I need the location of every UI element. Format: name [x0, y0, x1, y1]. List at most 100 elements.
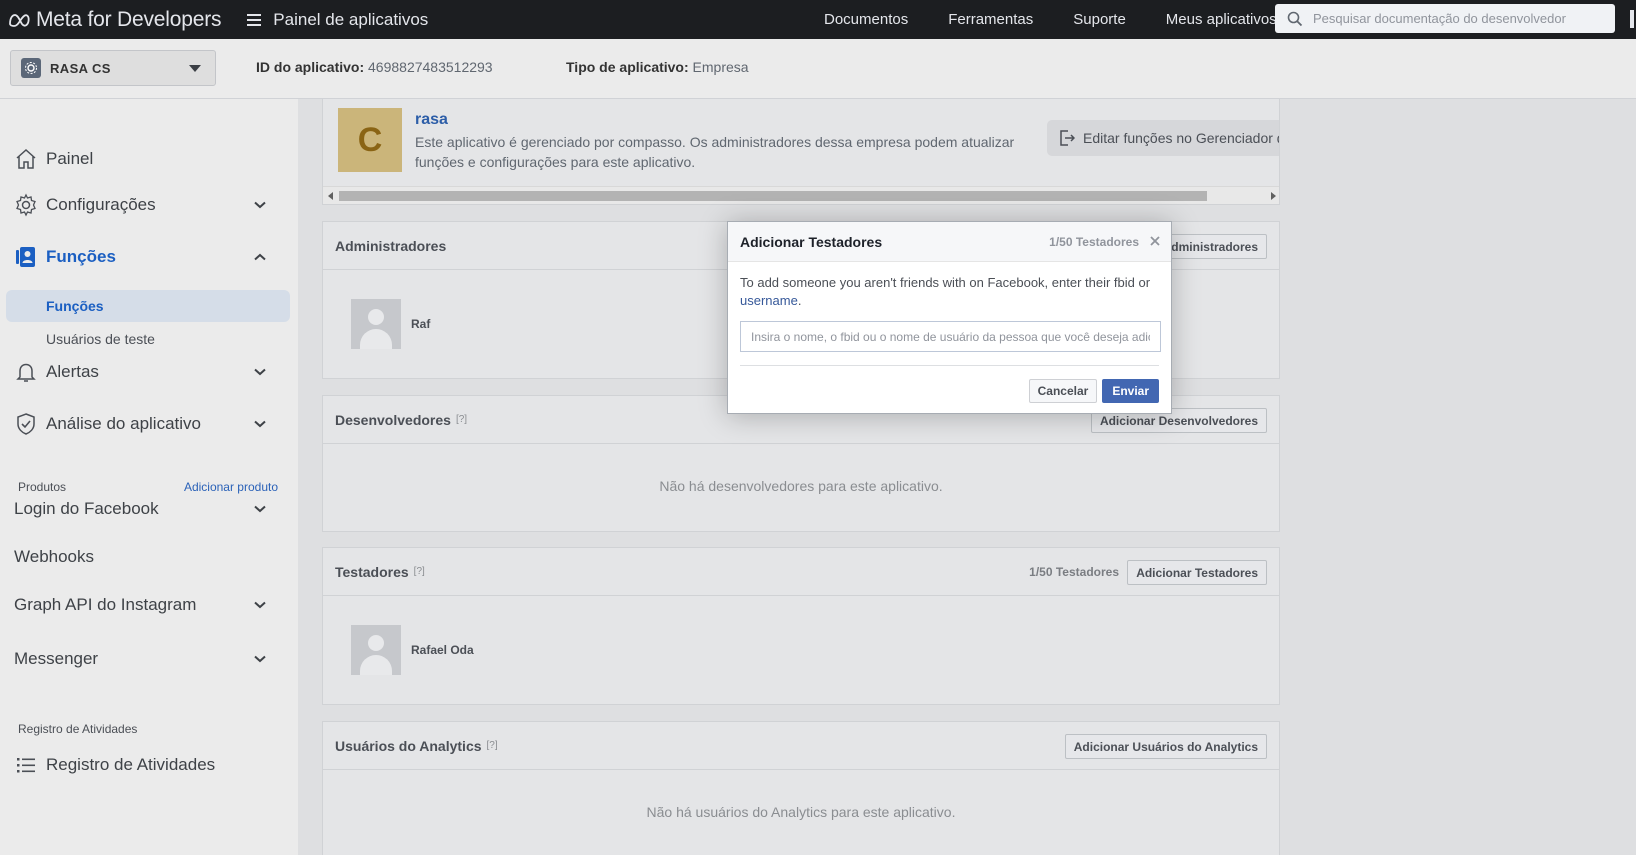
nav-link-meus-aplicativos[interactable]: Meus aplicativos	[1166, 11, 1277, 28]
exit-icon	[1060, 130, 1075, 146]
business-manager-card: C rasa Este aplicativo é gerenciado por …	[322, 99, 1280, 205]
sidebar-item-webhooks[interactable]: Webhooks	[14, 547, 276, 567]
chevron-down-icon	[254, 368, 266, 376]
admin-person: Raf	[351, 299, 430, 349]
sidebar-item-label: Configurações	[46, 195, 156, 214]
sidebar-item-label: Login do Facebook	[14, 499, 159, 518]
scroll-left-icon[interactable]	[328, 192, 333, 200]
dialog-footer: Cancelar Enviar	[1028, 379, 1159, 403]
devs-title: Desenvolvedores	[335, 411, 451, 428]
sidebar-item-login-facebook[interactable]: Login do Facebook	[14, 499, 276, 519]
app-header-bar: RASA CS ID do aplicativo: 46988274835122…	[0, 39, 1636, 99]
chevron-up-icon	[254, 253, 266, 261]
roles-icon	[16, 247, 35, 267]
profile-edge[interactable]	[1630, 10, 1634, 28]
dialog-instructions: To add someone you aren't friends with o…	[740, 274, 1159, 310]
sidebar-item-alertas[interactable]: Alertas	[14, 360, 276, 384]
business-name[interactable]: rasa	[415, 111, 448, 129]
sidebar-item-registro[interactable]: Registro de Atividades	[14, 753, 276, 777]
sidebar-item-label: Painel	[46, 149, 94, 168]
sidebar-item-label: Registro de Atividades	[46, 755, 216, 774]
search-icon	[1287, 11, 1303, 26]
add-testers-button[interactable]: Adicionar Testadores	[1127, 560, 1267, 585]
sidebar-subitem-label: Usuários de teste	[46, 331, 155, 347]
testers-help[interactable]: [?]	[414, 566, 425, 577]
sidebar-item-messenger[interactable]: Messenger	[14, 649, 276, 669]
app-icon	[21, 58, 41, 78]
dialog-testers-count: 1/50 Testadores	[1049, 235, 1139, 249]
sidebar-item-funcoes[interactable]: Funções	[14, 245, 276, 269]
docs-search-box	[1275, 4, 1615, 33]
tester-person-name[interactable]: Rafael Oda	[411, 643, 474, 657]
app-selector-dropdown[interactable]: RASA CS	[10, 50, 216, 86]
username-link[interactable]: username	[740, 293, 798, 308]
app-type-value: Empresa	[692, 59, 749, 75]
gear-icon	[16, 193, 36, 217]
send-button[interactable]: Enviar	[1102, 379, 1159, 403]
chevron-down-icon	[254, 420, 266, 428]
sidebar-item-configuracoes[interactable]: Configurações	[14, 193, 276, 217]
admins-title: Administradores	[335, 237, 447, 254]
app-name: RASA CS	[50, 60, 111, 76]
add-analytics-users-button[interactable]: Adicionar Usuários do Analytics	[1064, 734, 1267, 759]
business-logo: C	[338, 108, 402, 172]
products-section-label: Produtos	[18, 480, 67, 494]
nav-link-documentos[interactable]: Documentos	[824, 11, 908, 28]
testers-card-header: Testadores [?] 1/50 Testadores Adicionar…	[323, 548, 1279, 596]
list-icon	[17, 758, 35, 773]
shield-check-icon	[17, 413, 35, 435]
sidebar-subitem-funcoes[interactable]: Funções	[6, 290, 290, 322]
dialog-text-end: .	[797, 293, 802, 308]
sidebar-item-label: Messenger	[14, 649, 99, 668]
apps-dashboard-menu[interactable]: Painel de aplicativos	[247, 10, 428, 30]
app-id-label: ID do aplicativo:	[256, 59, 365, 75]
add-product-link[interactable]: Adicionar produto	[184, 480, 278, 494]
app-id-value: 4698827483512293	[368, 59, 493, 75]
activity-section-label: Registro de Atividades	[18, 722, 138, 736]
top-nav-links: Documentos Ferramentas Suporte Meus apli…	[824, 0, 1317, 39]
bell-icon	[16, 363, 36, 382]
dialog-body: To add someone you aren't friends with o…	[728, 262, 1171, 352]
scrollbar-thumb[interactable]	[339, 191, 1207, 201]
avatar[interactable]	[351, 625, 401, 675]
analytics-empty-text: Não há usuários do Analytics para este a…	[646, 804, 956, 820]
avatar[interactable]	[351, 299, 401, 349]
scroll-right-icon[interactable]	[1271, 192, 1276, 200]
nav-link-suporte[interactable]: Suporte	[1073, 11, 1126, 28]
dialog-header: Adicionar Testadores 1/50 Testadores	[728, 222, 1171, 262]
dialog-text: To add someone you aren't friends with o…	[740, 275, 1151, 290]
analytics-help[interactable]: [?]	[487, 740, 498, 751]
sidebar-item-graph-instagram[interactable]: Graph API do Instagram	[14, 595, 276, 615]
business-description: Este aplicativo é gerenciado por compass…	[415, 134, 1015, 170]
testers-title: Testadores	[335, 563, 409, 580]
meta-brand-link[interactable]: Meta for Developers	[8, 8, 221, 32]
search-input[interactable]	[1313, 11, 1603, 26]
dialog-title: Adicionar Testadores	[740, 233, 883, 250]
chevron-down-icon	[254, 201, 266, 209]
tester-person: Rafael Oda	[351, 625, 474, 675]
chevron-down-icon	[254, 601, 266, 609]
devs-card: Desenvolvedores [?] Adicionar Desenvolve…	[322, 395, 1280, 532]
admin-person-name[interactable]: Raf	[411, 317, 430, 331]
cancel-button[interactable]: Cancelar	[1028, 379, 1098, 403]
sidebar-subitem-usuarios-teste[interactable]: Usuários de teste	[6, 323, 290, 355]
close-icon[interactable]	[1149, 235, 1161, 247]
dialog-divider	[740, 365, 1159, 366]
devs-help[interactable]: [?]	[456, 414, 467, 425]
edit-roles-business-manager-button[interactable]: Editar funções no Gerenciador d	[1047, 120, 1279, 156]
app-type: Tipo de aplicativo: Empresa	[566, 59, 749, 75]
analytics-title: Usuários do Analytics	[335, 737, 482, 754]
app-type-label: Tipo de aplicativo:	[566, 59, 689, 75]
sidebar-item-label: Graph API do Instagram	[14, 595, 197, 614]
nav-link-ferramentas[interactable]: Ferramentas	[948, 11, 1033, 28]
sidebar-item-analise[interactable]: Análise do aplicativo	[14, 412, 276, 436]
add-testers-dialog: Adicionar Testadores 1/50 Testadores To …	[727, 221, 1172, 414]
sidebar-item-label: Funções	[46, 247, 116, 266]
caret-down-icon	[189, 65, 201, 72]
sidebar-subitem-label: Funções	[46, 298, 104, 314]
tester-search-input[interactable]	[740, 321, 1161, 352]
chevron-down-icon	[254, 505, 266, 513]
sidebar-item-painel[interactable]: Painel	[14, 147, 276, 171]
top-navigation-bar: Meta for Developers Painel de aplicativo…	[0, 0, 1636, 39]
horizontal-scrollbar[interactable]	[323, 186, 1279, 204]
